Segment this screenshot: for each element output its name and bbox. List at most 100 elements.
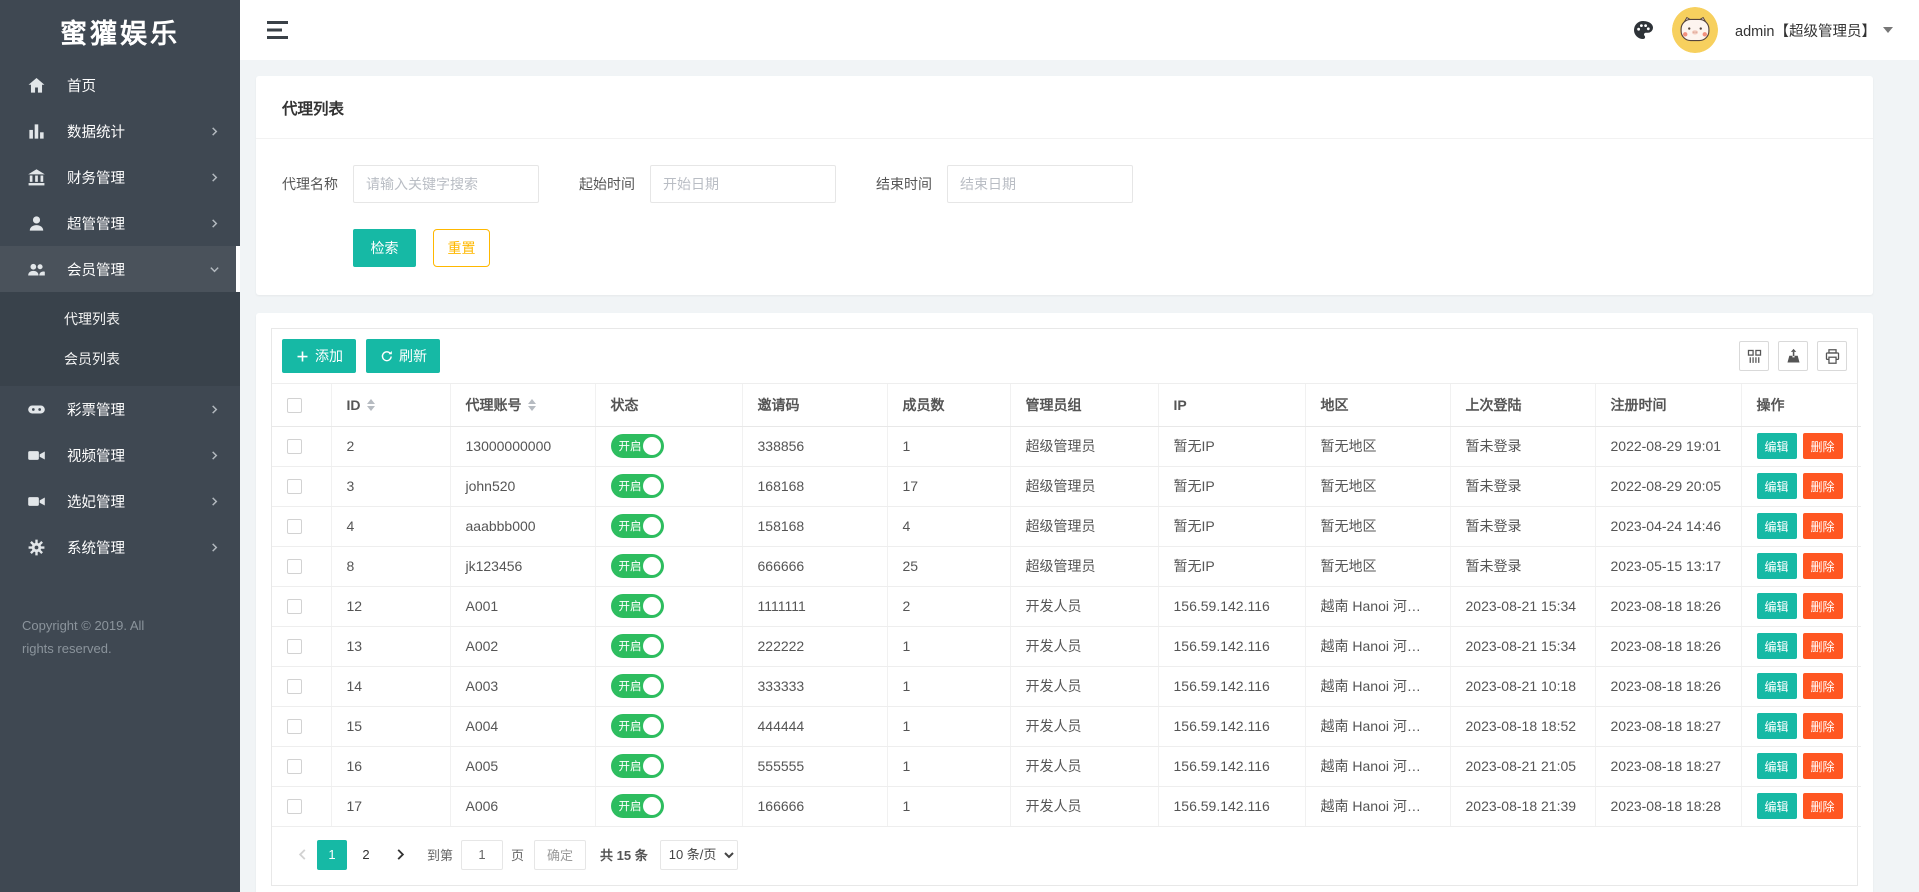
sidebar-subitem-agent-list[interactable]: 代理列表	[0, 299, 240, 339]
sidebar-subitem-member-list[interactable]: 会员列表	[0, 339, 240, 379]
edit-button[interactable]: 编辑	[1757, 793, 1797, 819]
export-button[interactable]	[1778, 341, 1808, 371]
sidebar-item-concubine[interactable]: 选妃管理	[0, 478, 240, 524]
cell-region: 越南 Hanoi 河…	[1305, 786, 1450, 826]
edit-button[interactable]: 编辑	[1757, 753, 1797, 779]
gamepad-icon	[27, 400, 46, 419]
row-checkbox[interactable]	[287, 679, 302, 694]
delete-button[interactable]: 删除	[1803, 753, 1843, 779]
delete-button[interactable]: 删除	[1803, 473, 1843, 499]
edit-button[interactable]: 编辑	[1757, 673, 1797, 699]
cell-members: 1	[887, 706, 1010, 746]
agent-name-label: 代理名称	[282, 174, 338, 194]
row-checkbox[interactable]	[287, 479, 302, 494]
delete-button[interactable]: 删除	[1803, 633, 1843, 659]
row-checkbox[interactable]	[287, 439, 302, 454]
column-id: ID	[347, 397, 361, 413]
edit-button[interactable]: 编辑	[1757, 593, 1797, 619]
sidebar-menu: 首页数据统计财务管理超管管理会员管理代理列表会员列表彩票管理视频管理选妃管理系统…	[0, 62, 240, 570]
cell-registered: 2022-08-29 19:01	[1595, 426, 1741, 466]
menu-toggle-icon[interactable]	[265, 19, 291, 41]
page-2-button[interactable]: 2	[351, 840, 381, 870]
chevron-right-icon	[209, 172, 220, 183]
cell-id: 3	[331, 466, 450, 506]
cell-members: 17	[887, 466, 1010, 506]
row-checkbox[interactable]	[287, 599, 302, 614]
delete-button[interactable]: 删除	[1803, 513, 1843, 539]
delete-button[interactable]: 删除	[1803, 793, 1843, 819]
delete-button[interactable]: 删除	[1803, 713, 1843, 739]
row-checkbox[interactable]	[287, 759, 302, 774]
start-date-input[interactable]	[650, 165, 836, 203]
delete-button[interactable]: 删除	[1803, 593, 1843, 619]
page-1-button[interactable]: 1	[317, 840, 347, 870]
status-toggle[interactable]: 开启	[611, 714, 664, 738]
status-toggle[interactable]: 开启	[611, 794, 664, 818]
sidebar-item-lottery[interactable]: 彩票管理	[0, 386, 240, 432]
edit-button[interactable]: 编辑	[1757, 473, 1797, 499]
theme-palette-icon[interactable]	[1631, 18, 1655, 42]
cell-id: 2	[331, 426, 450, 466]
status-toggle[interactable]: 开启	[611, 434, 664, 458]
status-toggle[interactable]: 开启	[611, 594, 664, 618]
sidebar-item-system[interactable]: 系统管理	[0, 524, 240, 570]
column-actions: 操作	[1741, 384, 1861, 426]
next-page-button[interactable]	[385, 840, 415, 870]
row-checkbox[interactable]	[287, 519, 302, 534]
sidebar-item-video[interactable]: 视频管理	[0, 432, 240, 478]
delete-button[interactable]: 删除	[1803, 433, 1843, 459]
cell-invite-code: 166666	[742, 786, 887, 826]
status-label: 开启	[619, 638, 642, 654]
cell-account: aaabbb000	[450, 506, 595, 546]
sidebar-item-finance[interactable]: 财务管理	[0, 154, 240, 200]
status-label: 开启	[619, 438, 642, 454]
cell-region: 暂无地区	[1305, 426, 1450, 466]
status-toggle[interactable]: 开启	[611, 634, 664, 658]
prev-page-button[interactable]	[287, 840, 317, 870]
status-toggle[interactable]: 开启	[611, 474, 664, 498]
add-button[interactable]: 添加	[282, 339, 356, 373]
cell-admin-group: 开发人员	[1010, 666, 1158, 706]
column-status: 状态	[595, 384, 742, 426]
delete-button[interactable]: 删除	[1803, 553, 1843, 579]
refresh-button[interactable]: 刷新	[366, 339, 440, 373]
per-page-select[interactable]: 10 条/页	[660, 840, 738, 870]
row-checkbox[interactable]	[287, 639, 302, 654]
jump-page-input[interactable]	[461, 840, 503, 870]
user-menu[interactable]: admin【超级管理员】	[1735, 20, 1893, 41]
reset-button[interactable]: 重置	[433, 229, 490, 267]
cell-region: 暂无地区	[1305, 466, 1450, 506]
agent-name-input[interactable]	[353, 165, 539, 203]
print-button[interactable]	[1817, 341, 1847, 371]
table-toolbar: 添加 刷新	[272, 329, 1857, 384]
sidebar-item-members[interactable]: 会员管理	[0, 246, 240, 292]
sidebar-item-super-admin[interactable]: 超管管理	[0, 200, 240, 246]
filter-columns-button[interactable]	[1739, 341, 1769, 371]
sidebar-item-home[interactable]: 首页	[0, 62, 240, 108]
row-checkbox[interactable]	[287, 719, 302, 734]
sort-icon[interactable]	[367, 399, 375, 411]
status-toggle[interactable]: 开启	[611, 674, 664, 698]
edit-button[interactable]: 编辑	[1757, 553, 1797, 579]
user-icon	[27, 214, 46, 233]
search-button[interactable]: 检索	[353, 229, 416, 267]
edit-button[interactable]: 编辑	[1757, 433, 1797, 459]
edit-button[interactable]: 编辑	[1757, 713, 1797, 739]
end-date-input[interactable]	[947, 165, 1133, 203]
status-toggle[interactable]: 开启	[611, 754, 664, 778]
row-checkbox[interactable]	[287, 559, 302, 574]
edit-button[interactable]: 编辑	[1757, 633, 1797, 659]
edit-button[interactable]: 编辑	[1757, 513, 1797, 539]
confirm-button[interactable]: 确定	[534, 840, 586, 870]
chevron-left-icon	[296, 848, 309, 861]
user-avatar[interactable]	[1672, 7, 1718, 53]
pagination: 1 2 到第 页 确定 共 15 条 10 条/页	[272, 827, 1857, 885]
status-toggle[interactable]: 开启	[611, 514, 664, 538]
sort-icon[interactable]	[528, 399, 536, 411]
cell-last-login: 2023-08-21 10:18	[1450, 666, 1595, 706]
row-checkbox[interactable]	[287, 799, 302, 814]
delete-button[interactable]: 删除	[1803, 673, 1843, 699]
select-all-checkbox[interactable]	[287, 398, 302, 413]
status-toggle[interactable]: 开启	[611, 554, 664, 578]
sidebar-item-statistics[interactable]: 数据统计	[0, 108, 240, 154]
